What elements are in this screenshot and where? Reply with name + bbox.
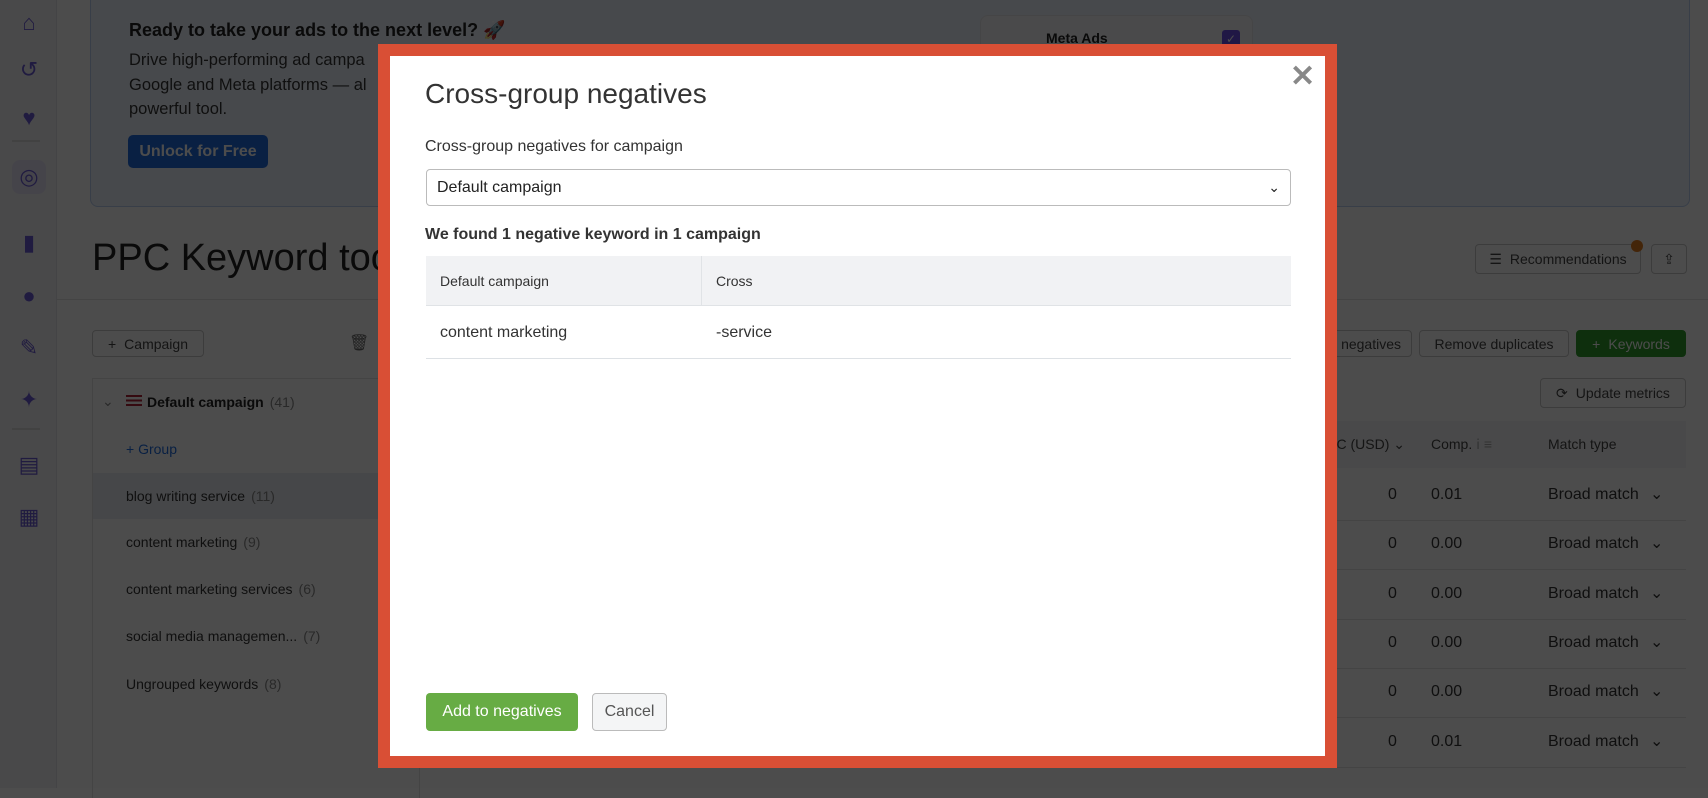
group-item[interactable]: social media managemen... (7) xyxy=(126,628,320,644)
edit-icon[interactable]: ✎ xyxy=(12,331,46,365)
comp-cell: 0.00 xyxy=(1431,683,1463,701)
comp-header[interactable]: Comp. ⅰ ≡ xyxy=(1431,436,1492,453)
negatives-label: negatives xyxy=(1341,335,1401,352)
column-header-campaign: Default campaign xyxy=(440,273,549,289)
cpc-cell: 0 xyxy=(1388,633,1397,651)
row-divider xyxy=(426,358,1291,359)
checklist-icon: ☰ xyxy=(1489,250,1502,267)
cpc-cell: 0 xyxy=(1388,535,1397,553)
sidebar: ⌂ ↺ ♥ ◎ ▮ ● ✎ ✦ ▤ ▦ xyxy=(0,0,57,788)
chevron-down-icon: ⌄ xyxy=(1268,179,1280,195)
column-divider xyxy=(701,256,702,306)
selected-campaign: Default campaign xyxy=(437,178,562,196)
refresh-search-icon[interactable]: ↺ xyxy=(12,53,46,87)
notification-dot xyxy=(1631,240,1643,252)
plus-icon: + xyxy=(107,335,117,352)
keywords-label: Keywords xyxy=(1608,335,1670,352)
remove-duplicates-button[interactable]: Remove duplicates xyxy=(1419,330,1569,357)
group-item[interactable]: content marketing services (6) xyxy=(126,581,316,597)
us-flag-icon xyxy=(126,395,142,406)
chevron-down-icon: ⌄ xyxy=(1650,535,1664,553)
home-icon[interactable]: ⌂ xyxy=(12,6,46,40)
add-to-negatives-button[interactable]: Add to negatives xyxy=(426,693,578,731)
sidebar-divider xyxy=(12,140,40,142)
cross-group-negatives-modal xyxy=(390,56,1325,756)
chevron-down-icon[interactable]: ⌄ xyxy=(102,393,114,410)
close-icon[interactable]: ✕ xyxy=(1290,62,1315,92)
sidebar-divider xyxy=(12,428,40,430)
match-type-dropdown[interactable]: Broad match xyxy=(1548,535,1639,553)
location-pin-icon[interactable]: ● xyxy=(12,279,46,313)
cpc-cell: 0 xyxy=(1388,732,1397,750)
document-icon[interactable]: ▤ xyxy=(12,448,46,482)
sparkle-chart-icon[interactable]: ✦ xyxy=(12,383,46,417)
heart-chat-icon[interactable]: ♥ xyxy=(12,101,46,135)
found-summary: We found 1 negative keyword in 1 campaig… xyxy=(425,226,761,243)
recommendations-button[interactable]: ☰ Recommendations xyxy=(1475,244,1641,274)
target-click-icon[interactable]: ◎ xyxy=(12,160,46,194)
banner-text: Google and Meta platforms — al xyxy=(129,76,367,94)
add-campaign-button[interactable]: + Campaign xyxy=(92,330,204,357)
chevron-down-icon: ⌄ xyxy=(1650,633,1664,651)
plus-icon: + xyxy=(1592,335,1601,352)
campaign-select-label: Cross-group negatives for campaign xyxy=(425,138,683,155)
group-item[interactable]: blog writing service (11) xyxy=(126,488,275,504)
banner-text: powerful tool. xyxy=(129,100,228,118)
match-type-dropdown[interactable]: Broad match xyxy=(1548,634,1639,652)
update-metrics-button[interactable]: ⟳ Update metrics xyxy=(1540,378,1686,408)
table-cell-negative: -service xyxy=(716,324,773,341)
table-cell-group: content marketing xyxy=(440,324,568,341)
campaign-label: Campaign xyxy=(124,335,188,352)
cpc-cell: 0 xyxy=(1388,486,1397,503)
match-type-header: Match type xyxy=(1548,436,1617,452)
cpc-cell: 0 xyxy=(1388,584,1397,602)
bar-chart-icon[interactable]: ▮ xyxy=(12,226,46,260)
match-type-dropdown[interactable]: Broad match xyxy=(1548,733,1639,751)
add-keywords-button[interactable]: + Keywords xyxy=(1576,330,1686,357)
negatives-table-header xyxy=(426,256,1291,306)
comp-cell: 0.00 xyxy=(1431,584,1463,602)
match-type-dropdown[interactable]: Broad match xyxy=(1548,486,1639,504)
comp-cell: 0.01 xyxy=(1431,486,1463,503)
apps-grid-icon[interactable]: ▦ xyxy=(12,500,46,534)
refresh-icon: ⟳ xyxy=(1556,384,1568,401)
cancel-button[interactable]: Cancel xyxy=(592,693,667,731)
group-item[interactable]: content marketing (9) xyxy=(126,534,260,550)
add-group-button[interactable]: + Group xyxy=(126,441,177,457)
campaign-select[interactable]: Default campaign ⌄ xyxy=(426,169,1291,206)
banner-title: Ready to take your ads to the next level… xyxy=(129,20,506,40)
recommendations-label: Recommendations xyxy=(1509,251,1627,267)
trash-icon[interactable]: 🗑 xyxy=(349,333,369,353)
chevron-down-icon: ⌄ xyxy=(1650,732,1664,750)
comp-cell: 0.00 xyxy=(1431,633,1463,651)
campaign-name[interactable]: Default campaign (41) xyxy=(147,394,295,410)
plus-icon: + xyxy=(126,441,139,457)
chevron-down-icon: ⌄ xyxy=(1650,683,1664,701)
modal-title: Cross-group negatives xyxy=(425,78,707,109)
chevron-down-icon: ⌄ xyxy=(1650,486,1664,503)
cpc-cell: 0 xyxy=(1388,683,1397,701)
match-type-dropdown[interactable]: Broad match xyxy=(1548,683,1639,701)
column-header-cross: Cross xyxy=(716,273,753,289)
banner-text: Drive high-performing ad campa xyxy=(129,51,365,69)
update-metrics-label: Update metrics xyxy=(1575,385,1670,401)
group-item[interactable]: Ungrouped keywords (8) xyxy=(126,676,281,692)
export-icon: ⇪ xyxy=(1663,250,1675,267)
chevron-down-icon: ⌄ xyxy=(1650,584,1664,602)
unlock-for-free-button[interactable]: Unlock for Free xyxy=(128,135,268,168)
comp-cell: 0.00 xyxy=(1431,535,1463,553)
match-type-dropdown[interactable]: Broad match xyxy=(1548,585,1639,603)
export-button[interactable]: ⇪ xyxy=(1651,244,1687,274)
page-title: PPC Keyword tool xyxy=(92,237,401,279)
comp-cell: 0.01 xyxy=(1431,732,1463,750)
